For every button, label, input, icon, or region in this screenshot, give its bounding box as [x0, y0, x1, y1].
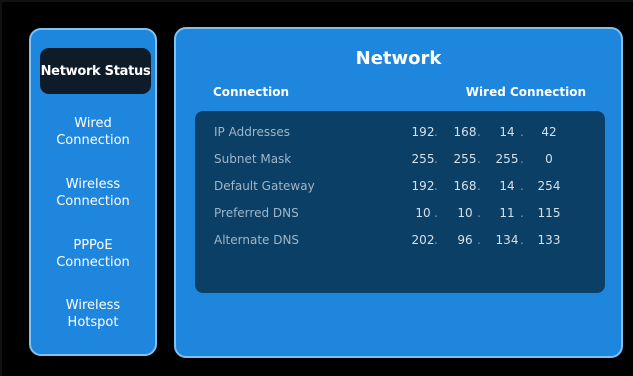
- info-row-alternate-dns: Alternate DNS 202 . 96 . 134 . 133: [195, 230, 605, 250]
- sidebar-item-wireless-connection[interactable]: Wireless Connection: [39, 173, 147, 213]
- sidebar-item-pppoe-connection[interactable]: PPPoE Connection: [39, 234, 147, 274]
- octet-separator: .: [520, 233, 524, 247]
- sidebar-item-wireless-hotspot[interactable]: Wireless Hotspot: [39, 294, 147, 334]
- octet-separator: .: [477, 125, 481, 139]
- network-info-box: IP Addresses 192 . 168 . 14 . 42 Subnet …: [195, 111, 605, 293]
- octet-value: 11: [499, 206, 515, 220]
- info-row-preferred-dns: Preferred DNS 10 . 10 . 11 . 115: [195, 203, 605, 223]
- octet-separator: .: [434, 125, 438, 139]
- octet-value: 14: [499, 125, 515, 139]
- sidebar: Network Status Wired Connection Wireless…: [29, 28, 157, 356]
- info-row-default-gateway: Default Gateway 192 . 168 . 14 . 254: [195, 176, 605, 196]
- row-label: IP Addresses: [214, 125, 291, 139]
- sidebar-item-wired-connection[interactable]: Wired Connection: [39, 112, 147, 152]
- octet-value: 42: [541, 125, 557, 139]
- connection-label: Connection: [213, 85, 290, 99]
- sidebar-item-label: Wireless Hotspot: [65, 298, 121, 330]
- octet-value: 254: [537, 179, 561, 193]
- sidebar-item-label: Wired Connection: [56, 116, 130, 148]
- row-label: Preferred DNS: [214, 206, 299, 220]
- octet-separator: .: [434, 206, 438, 220]
- info-row-ip-addresses: IP Addresses 192 . 168 . 14 . 42: [195, 122, 605, 142]
- row-label: Alternate DNS: [214, 233, 300, 247]
- connection-type-value: Wired Connection: [465, 85, 586, 99]
- sidebar-item-label: Wireless Connection: [56, 177, 130, 209]
- octet-value: 115: [537, 206, 561, 220]
- network-panel: Network Connection Wired Connection IP A…: [174, 27, 623, 358]
- octet-value: 14: [499, 179, 515, 193]
- octet-separator: .: [434, 152, 438, 166]
- row-label: Default Gateway: [214, 179, 315, 193]
- sidebar-item-label: Network Status: [40, 63, 151, 79]
- octet-separator: .: [520, 152, 524, 166]
- info-row-subnet-mask: Subnet Mask 255 . 255 . 255 . 0: [195, 149, 605, 169]
- sidebar-item-network-status[interactable]: Network Status: [40, 48, 151, 94]
- octet-separator: .: [477, 206, 481, 220]
- octet-separator: .: [520, 206, 524, 220]
- row-label: Subnet Mask: [214, 152, 292, 166]
- octet-value: 134: [495, 233, 519, 247]
- octet-separator: .: [477, 152, 481, 166]
- octet-separator: .: [434, 179, 438, 193]
- octet-separator: .: [477, 179, 481, 193]
- page-title: Network: [355, 48, 442, 69]
- octet-value: 133: [537, 233, 561, 247]
- sidebar-item-label: PPPoE Connection: [56, 238, 130, 270]
- octet-value: 255: [495, 152, 519, 166]
- octet-separator: .: [520, 125, 524, 139]
- octet-value: 0: [545, 152, 553, 166]
- octet-separator: .: [477, 233, 481, 247]
- octet-separator: .: [434, 233, 438, 247]
- octet-separator: .: [520, 179, 524, 193]
